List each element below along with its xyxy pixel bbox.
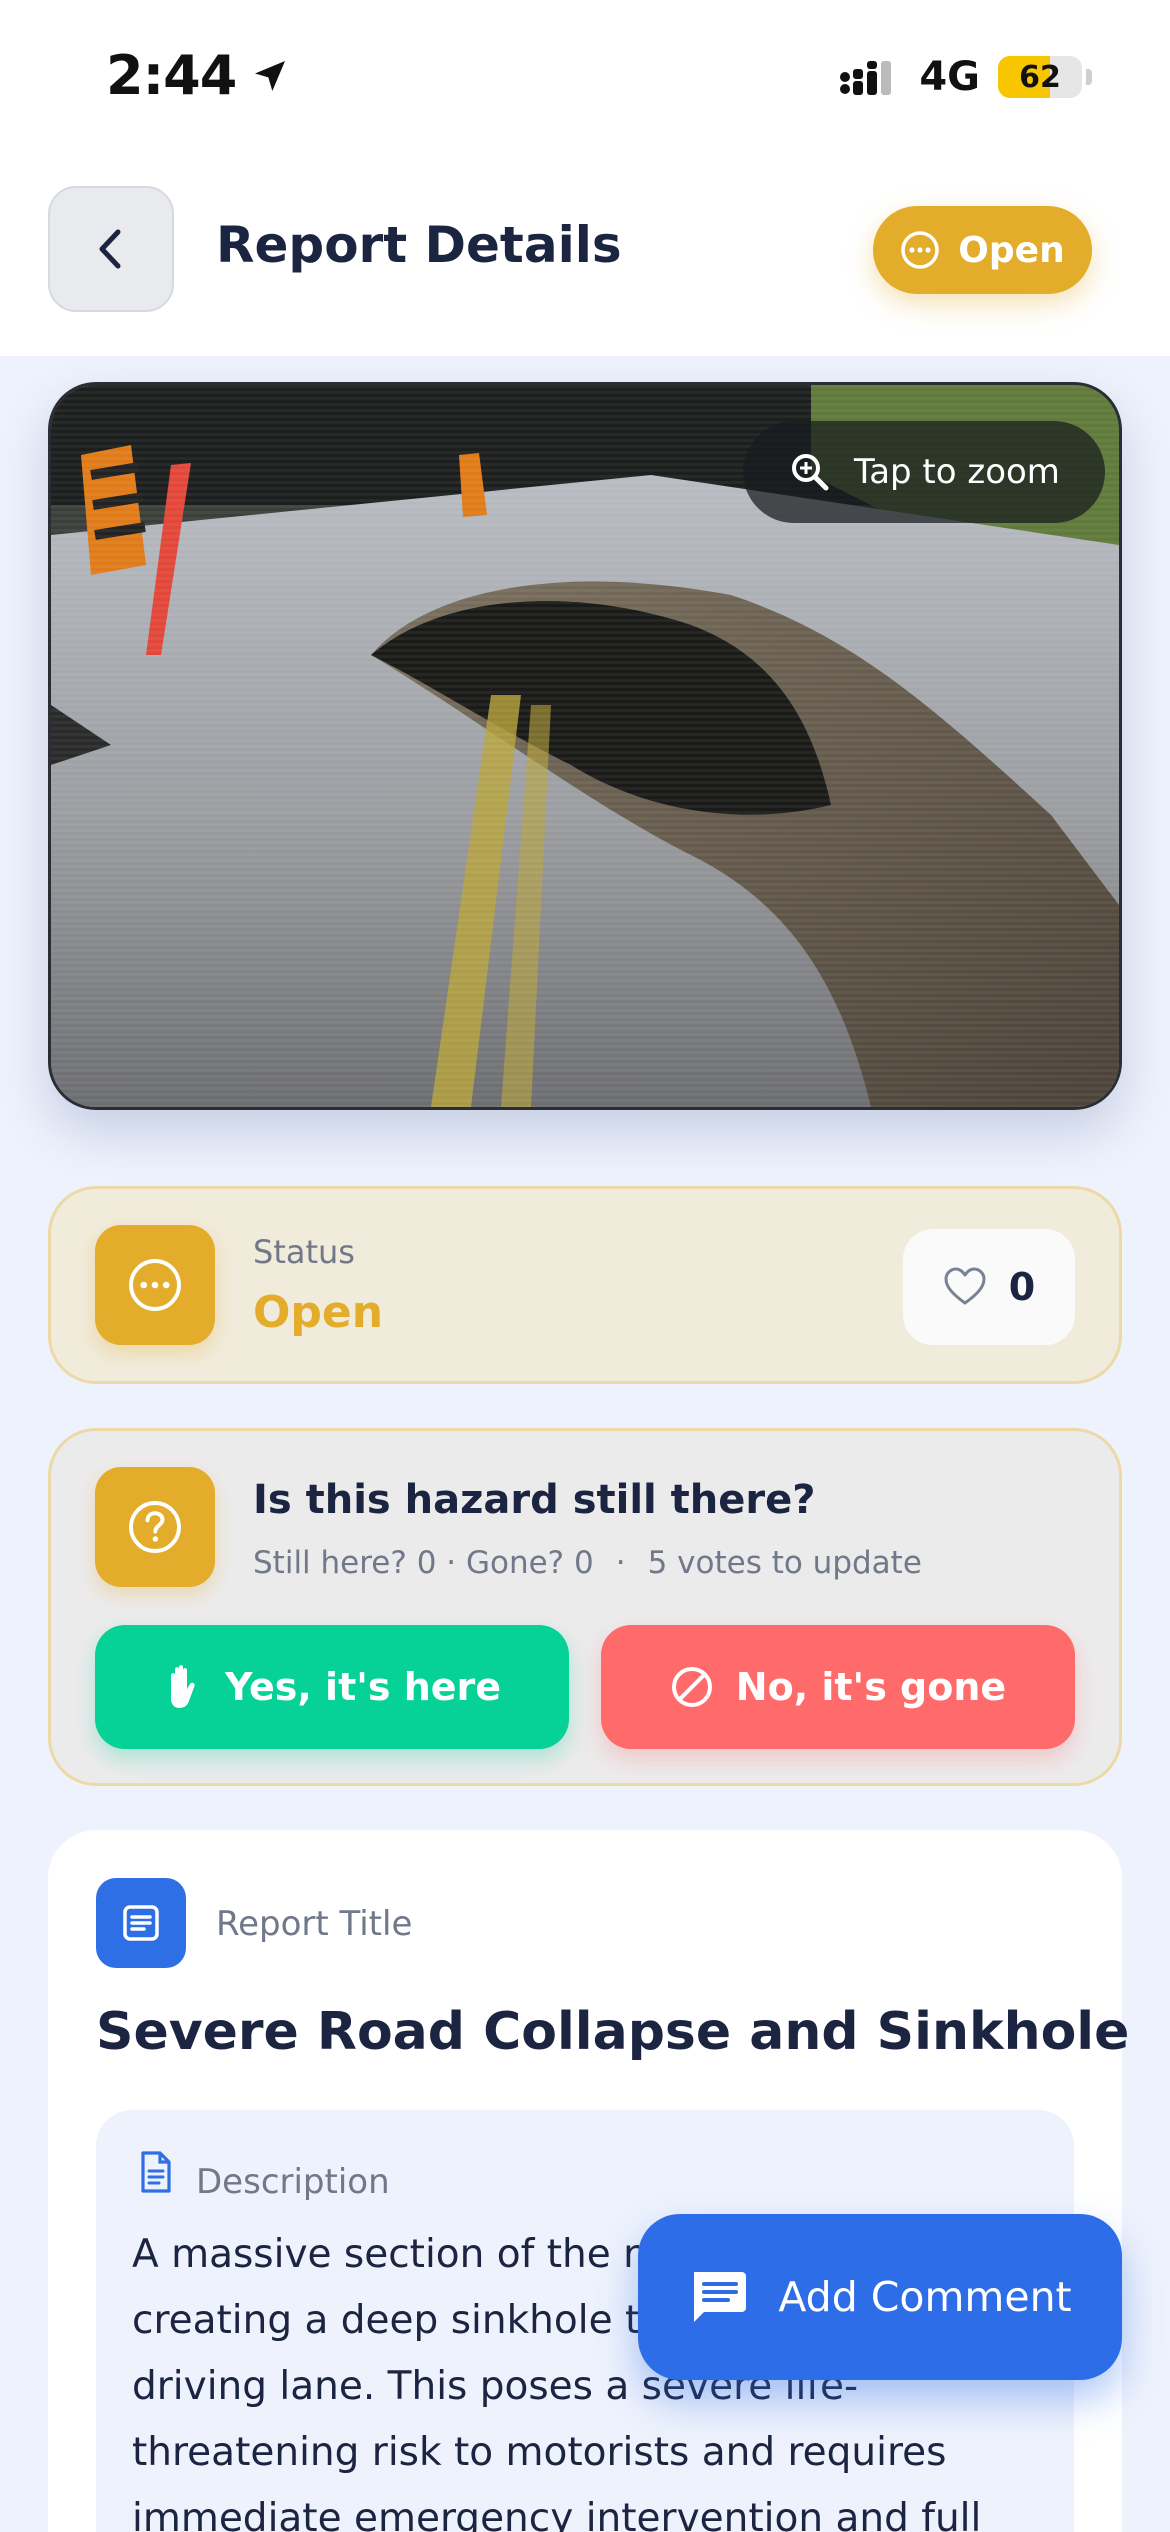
description-label: Description bbox=[196, 2162, 390, 2202]
like-count: 0 bbox=[1008, 1265, 1036, 1309]
page-header: Report Details Open bbox=[0, 150, 1170, 356]
votes-needed: 5 votes to update bbox=[647, 1545, 922, 1581]
hand-icon bbox=[170, 1665, 195, 1708]
more-horizontal-icon bbox=[901, 231, 940, 269]
report-card: Report Title Severe Road Collapse and Si… bbox=[48, 1830, 1129, 2532]
tap-to-zoom-button[interactable]: Tap to zoom bbox=[743, 421, 1105, 523]
status-label: Status bbox=[253, 1233, 355, 1271]
vote-tally: Still here? 0 · Gone? 0 bbox=[253, 1545, 594, 1581]
report-title: Severe Road Collapse and Sinkhole bbox=[96, 2002, 1130, 2062]
report-title-label: Report Title bbox=[216, 1904, 413, 1944]
status-indicators: 4G 62 bbox=[839, 54, 1092, 100]
separator-dot: · bbox=[615, 1545, 626, 1581]
signal-icon bbox=[840, 61, 892, 95]
zoom-in-icon bbox=[792, 454, 829, 491]
comment-icon bbox=[694, 2272, 747, 2322]
add-comment-button[interactable]: Add Comment bbox=[638, 2214, 1122, 2380]
hazard-icon-tile bbox=[95, 1467, 215, 1587]
status-card: Status Open 0 bbox=[48, 1186, 1122, 1384]
back-button[interactable] bbox=[48, 186, 174, 312]
heart-icon bbox=[944, 1267, 986, 1305]
status-bar: 2:44 4G 62 bbox=[0, 0, 1170, 150]
document-icon bbox=[123, 1905, 159, 1941]
more-horizontal-icon bbox=[129, 1259, 181, 1311]
network-type: 4G bbox=[919, 54, 980, 100]
hazard-vote-summary: Still here? 0 · Gone? 0 · 5 votes to updat… bbox=[253, 1545, 922, 1581]
like-button[interactable]: 0 bbox=[903, 1229, 1075, 1345]
report-icon-tile bbox=[96, 1878, 186, 1968]
block-icon bbox=[671, 1667, 712, 1707]
hazard-check-card: Is this hazard still there? Still here? … bbox=[48, 1428, 1122, 1786]
help-circle-icon bbox=[129, 1501, 181, 1553]
status-time: 2:44 bbox=[106, 44, 290, 107]
location-arrow-icon bbox=[255, 60, 286, 91]
vote-yes-button[interactable]: Yes, it's here bbox=[95, 1625, 569, 1749]
status-value: Open bbox=[253, 1287, 384, 1338]
vote-no-button[interactable]: No, it's gone bbox=[601, 1625, 1075, 1749]
report-photo[interactable]: Tap to zoom bbox=[48, 382, 1122, 1110]
page-title: Report Details bbox=[216, 216, 622, 274]
file-text-icon bbox=[141, 2151, 171, 2193]
hazard-question: Is this hazard still there? bbox=[253, 1477, 816, 1523]
status-badge[interactable]: Open bbox=[873, 206, 1092, 294]
status-icon-tile bbox=[95, 1225, 215, 1345]
chevron-left-icon bbox=[99, 229, 121, 269]
battery-indicator: 62 bbox=[998, 56, 1082, 98]
battery-cap bbox=[1086, 69, 1092, 85]
